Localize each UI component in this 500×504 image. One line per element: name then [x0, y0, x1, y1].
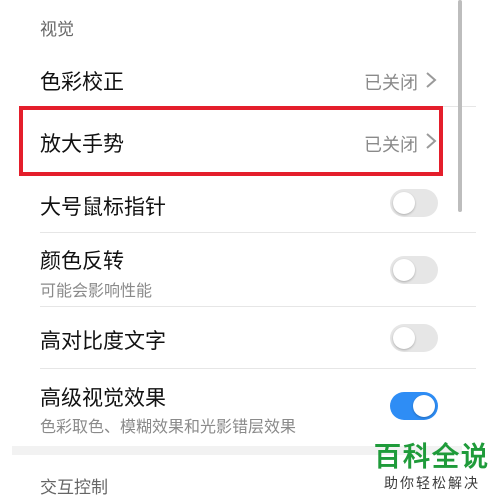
setting-title: 颜色反转	[40, 249, 124, 273]
setting-title: 高级视觉效果	[40, 386, 166, 410]
section-header-interaction: 交互控制	[40, 478, 108, 498]
section-header-vision: 视觉	[40, 20, 74, 40]
scrollbar[interactable]	[458, 0, 462, 212]
setting-subtitle: 可能会影响性能	[40, 281, 153, 300]
large-pointer-toggle[interactable]	[390, 189, 438, 217]
color-inversion-toggle[interactable]	[390, 256, 438, 284]
toggle-knob	[393, 327, 415, 349]
setting-color-correction[interactable]: 色彩校正 已关闭	[0, 52, 462, 106]
setting-color-inversion[interactable]: 颜色反转 可能会影响性能	[0, 232, 462, 306]
setting-subtitle: 色彩取色、模糊效果和光影错层效果	[40, 417, 297, 436]
setting-advanced-visual-effects[interactable]: 高级视觉效果 色彩取色、模糊效果和光影错层效果	[0, 368, 462, 444]
advanced-visual-toggle[interactable]	[390, 392, 438, 420]
toggle-knob	[393, 259, 415, 281]
watermark-logo: 百科全说 助你轻松解决	[372, 441, 492, 493]
toggle-knob	[393, 192, 415, 214]
watermark-title: 百科全说	[374, 442, 490, 473]
high-contrast-toggle[interactable]	[390, 324, 438, 352]
watermark-subtitle: 助你轻松解决	[384, 476, 480, 492]
chevron-right-icon	[426, 72, 437, 88]
setting-large-pointer[interactable]: 大号鼠标指针	[0, 178, 462, 230]
setting-value: 已关闭	[364, 73, 418, 94]
toggle-knob	[413, 395, 435, 417]
setting-title: 大号鼠标指针	[40, 195, 166, 219]
setting-title: 色彩校正	[40, 70, 124, 94]
highlight-box	[19, 106, 443, 176]
setting-title: 高对比度文字	[40, 329, 166, 353]
setting-high-contrast-text[interactable]: 高对比度文字	[0, 306, 462, 368]
